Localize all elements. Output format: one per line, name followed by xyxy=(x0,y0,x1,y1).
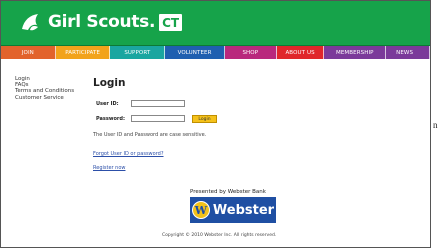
webster-w-icon: W xyxy=(191,201,210,219)
sidebar-nav: Login FAQs Terms and Conditions Customer… xyxy=(15,76,75,101)
nav-shop[interactable]: SHOP xyxy=(224,46,277,59)
password-input[interactable] xyxy=(131,115,185,122)
brand-name: Girl Scouts. xyxy=(48,12,156,32)
page-title: Login xyxy=(93,77,126,89)
nav-label: SUPPORT xyxy=(124,49,151,56)
sponsor-logo[interactable]: W Webster xyxy=(190,197,276,223)
nav-participate[interactable]: PARTICIPATE xyxy=(55,46,111,59)
sidebar-item-customer-service[interactable]: Customer Service xyxy=(15,95,75,101)
user-id-label: User ID: xyxy=(96,101,119,107)
presented-by-text: Presented by Webster Bank xyxy=(190,189,266,195)
forgot-credentials-link[interactable]: Forgot User ID or password? xyxy=(93,151,164,157)
nav-support[interactable]: SUPPORT xyxy=(110,46,166,59)
nav-label: SHOP xyxy=(242,49,259,56)
nav-volunteer[interactable]: VOLUNTEER xyxy=(165,46,225,59)
nav-label: VOLUNTEER xyxy=(177,49,212,56)
nav-label: NEWS xyxy=(396,49,414,56)
main-nav: JOIN PARTICIPATE SUPPORT VOLUNTEER SHOP … xyxy=(1,45,430,59)
case-sensitive-note: The User ID and Password are case sensit… xyxy=(93,132,207,138)
nav-about-us[interactable]: ABOUT US xyxy=(276,46,325,59)
nav-membership[interactable]: MEMBERSHIP xyxy=(324,46,387,59)
nav-news[interactable]: NEWS xyxy=(386,46,430,59)
site-header: Girl Scouts. CT xyxy=(1,1,430,45)
browser-frame: Girl Scouts. CT JOIN PARTICIPATE SUPPORT… xyxy=(0,0,431,248)
nav-label: JOIN xyxy=(21,49,34,56)
copyright-text: Copyright © 2010 Webster Inc. All rights… xyxy=(162,233,277,238)
register-link[interactable]: Register now xyxy=(93,165,126,171)
nav-label: ABOUT US xyxy=(285,49,315,56)
cropped-edge-text: n xyxy=(433,120,438,130)
sponsor-name: Webster xyxy=(212,202,275,218)
login-button[interactable]: Login xyxy=(192,115,217,123)
user-id-input[interactable] xyxy=(131,100,185,107)
nav-label: PARTICIPATE xyxy=(65,49,101,56)
nav-join[interactable]: JOIN xyxy=(1,46,56,59)
trefoil-profile-icon xyxy=(22,14,42,31)
brand-badge: CT xyxy=(159,13,183,31)
nav-label: MEMBERSHIP xyxy=(335,49,374,56)
site-logo[interactable]: Girl Scouts. CT xyxy=(19,8,183,36)
sidebar-item-terms[interactable]: Terms and Conditions xyxy=(15,88,75,94)
password-label: Password: xyxy=(96,116,125,122)
